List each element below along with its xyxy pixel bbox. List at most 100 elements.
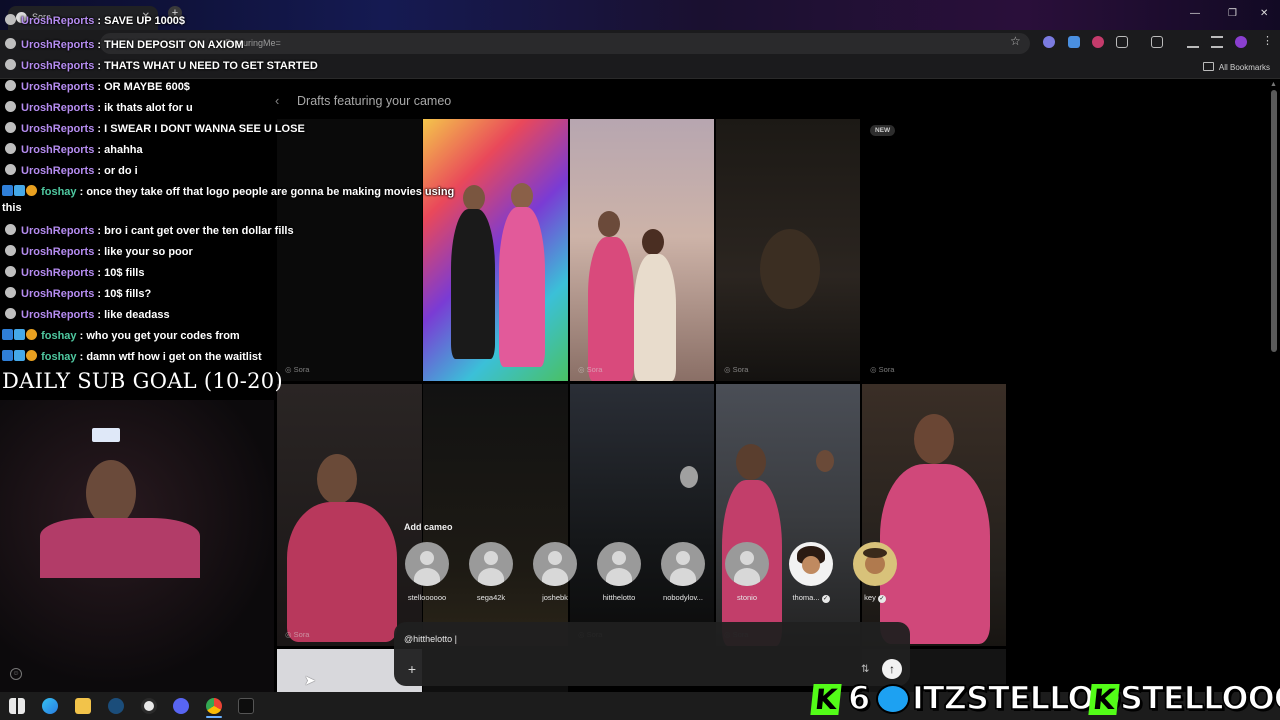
cameo-option[interactable]: stelloooooo xyxy=(403,542,451,602)
chat-message: UroshReports : 10$ fills xyxy=(2,266,144,279)
prompt-input[interactable]: @hitthelotto | xyxy=(404,634,457,644)
menu-icon[interactable] xyxy=(1211,36,1223,48)
draft-tile[interactable]: Sora xyxy=(716,384,860,646)
draft-tile[interactable]: Sora xyxy=(862,119,1006,381)
edge-browser-icon[interactable] xyxy=(42,698,58,714)
discord-icon[interactable] xyxy=(173,698,189,714)
close-window-button[interactable]: ✕ xyxy=(1260,8,1268,19)
more-menu-icon[interactable]: ⋮ xyxy=(1262,36,1274,48)
all-bookmarks-button[interactable]: All Bookmarks xyxy=(1203,62,1270,72)
cameo-option[interactable]: key ✓ xyxy=(851,542,899,603)
cameo-name: nobodylov... xyxy=(663,593,703,602)
gift-badge-icon xyxy=(14,329,25,340)
cameo-name: hitthelotto xyxy=(602,593,636,602)
cameo-option[interactable]: sega42k xyxy=(467,542,515,602)
draft-tile[interactable] xyxy=(862,384,1006,646)
page-scrollbar[interactable] xyxy=(1271,90,1277,352)
avatar-face xyxy=(802,556,820,574)
draft-tile[interactable]: Sora xyxy=(570,119,714,381)
person-figure xyxy=(451,209,495,359)
chat-message: UroshReports : 10$ fills? xyxy=(2,287,151,300)
cameo-name: stelloooooo xyxy=(407,593,447,602)
active-app-indicator xyxy=(206,716,222,718)
person-head xyxy=(598,211,620,237)
extension-icon[interactable] xyxy=(1092,36,1104,48)
person-figure xyxy=(287,502,397,642)
chat-message: UroshReports : like deadass xyxy=(2,308,170,321)
chat-message: UroshReports : like your so poor xyxy=(2,245,193,258)
minimize-button[interactable]: — xyxy=(1190,8,1200,19)
cameo-option[interactable]: hitthelotto xyxy=(595,542,643,602)
new-badge: NEW xyxy=(870,125,896,136)
windows-start-icon[interactable] xyxy=(9,698,25,714)
file-explorer-icon[interactable] xyxy=(75,698,91,714)
send-button[interactable]: ↑ xyxy=(882,659,902,679)
chat-avatar-icon xyxy=(5,38,16,49)
draft-tile[interactable]: Sora xyxy=(716,119,860,381)
app-icon[interactable] xyxy=(238,698,254,714)
webcam-feed xyxy=(0,400,274,692)
settings-sliders-icon[interactable]: ⇅ xyxy=(861,664,869,675)
chat-message: UroshReports : I SWEAR I DONT WANNA SEE … xyxy=(2,122,305,135)
cameo-option[interactable]: stonio xyxy=(723,542,771,602)
steam-icon[interactable] xyxy=(108,698,124,714)
person-figure xyxy=(588,237,634,381)
person-figure xyxy=(499,207,545,367)
chat-avatar-icon xyxy=(5,245,16,256)
sora-watermark: Sora xyxy=(285,630,310,639)
browser-titlebar xyxy=(0,0,1280,30)
sora-watermark: Sora xyxy=(285,365,310,374)
app-icon[interactable] xyxy=(141,698,157,714)
kick-follower-count: 6 xyxy=(847,678,871,718)
back-arrow-icon[interactable]: ‹ xyxy=(275,93,279,108)
cameo-option[interactable]: thoma... ✓ xyxy=(787,542,835,603)
add-attachment-button[interactable]: + xyxy=(405,662,419,676)
mouse-cursor-icon: ➤ xyxy=(304,672,316,688)
bookmark-star-icon[interactable]: ☆ xyxy=(1010,34,1021,48)
draft-tile[interactable]: Sora xyxy=(277,384,422,646)
default-avatar-icon xyxy=(661,542,705,586)
streamer-body xyxy=(40,518,200,578)
draft-tile[interactable]: Sora xyxy=(423,384,568,646)
default-avatar-icon xyxy=(405,542,449,586)
cameo-option[interactable]: joshebk xyxy=(531,542,579,602)
chat-message: UroshReports : THEN DEPOSIT ON AXIOM xyxy=(2,38,244,51)
chat-avatar-icon xyxy=(5,287,16,298)
person-head xyxy=(680,466,698,488)
maximize-button[interactable]: ❐ xyxy=(1228,8,1237,19)
sub-badge-icon xyxy=(2,329,13,340)
draft-tile[interactable]: Sora xyxy=(570,384,714,646)
extension-icon[interactable] xyxy=(1043,36,1055,48)
scroll-up-arrow-icon[interactable]: ▲ xyxy=(1270,81,1277,88)
default-avatar-icon xyxy=(533,542,577,586)
default-avatar-icon xyxy=(725,542,769,586)
chat-message: UroshReports : bro i cant get over the t… xyxy=(2,224,294,237)
chat-avatar-icon xyxy=(5,308,16,319)
sora-watermark: Sora xyxy=(724,365,749,374)
download-icon[interactable] xyxy=(1187,36,1199,48)
chat-message: UroshReports : SAVE UP 1000$ xyxy=(2,14,185,27)
extensions-puzzle-icon[interactable] xyxy=(1116,36,1128,48)
cameo-name: sega42k xyxy=(476,593,506,602)
default-avatar-icon xyxy=(597,542,641,586)
chat-avatar-icon xyxy=(5,59,16,70)
bits-badge-icon xyxy=(26,329,37,340)
extension-icon[interactable] xyxy=(1068,36,1080,48)
chrome-icon[interactable] xyxy=(206,698,222,714)
person-head xyxy=(511,183,533,209)
prompt-composer[interactable]: @hitthelotto | + ⇅ ↑ xyxy=(394,622,910,686)
draft-tile[interactable] xyxy=(423,119,568,381)
sub-goal-label: DAILY SUB GOAL (10-20) xyxy=(2,369,283,393)
chat-message: UroshReports : ahahha xyxy=(2,143,143,156)
chat-avatar-icon xyxy=(5,266,16,277)
chat-avatar-icon xyxy=(5,164,16,175)
chat-avatar-icon xyxy=(5,14,16,25)
side-panel-icon[interactable] xyxy=(1151,36,1163,48)
emoji-icon[interactable]: ☺ xyxy=(10,668,22,680)
profile-avatar[interactable] xyxy=(1235,36,1247,48)
add-cameo-label: Add cameo xyxy=(404,522,453,532)
person-head xyxy=(760,229,820,309)
draft-tile[interactable]: Sora xyxy=(277,119,422,381)
cameo-option[interactable]: nobodylov... xyxy=(659,542,707,602)
chat-message-continued: this xyxy=(2,202,22,214)
